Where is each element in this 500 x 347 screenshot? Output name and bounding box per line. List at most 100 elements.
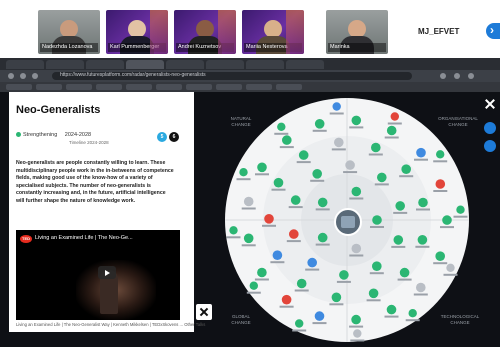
- trend-node[interactable]: [351, 115, 362, 126]
- trend-node[interactable]: [386, 304, 397, 315]
- trend-node[interactable]: [282, 135, 292, 145]
- trend-node[interactable]: [243, 233, 254, 244]
- trend-node[interactable]: [372, 261, 382, 271]
- bookmark[interactable]: [156, 84, 182, 90]
- trend-node-label: [241, 244, 256, 247]
- trend-node[interactable]: [395, 201, 405, 211]
- browser-tab[interactable]: [6, 60, 44, 69]
- trend-node[interactable]: [249, 281, 258, 290]
- trend-node[interactable]: [386, 125, 397, 136]
- trend-node[interactable]: [229, 226, 238, 235]
- trend-node[interactable]: [307, 257, 317, 268]
- trend-node[interactable]: [446, 263, 455, 272]
- close-icon[interactable]: [484, 98, 496, 110]
- trend-node[interactable]: [399, 267, 410, 278]
- trend-node[interactable]: [277, 122, 286, 131]
- trend-node[interactable]: [353, 329, 362, 338]
- bookmark[interactable]: [186, 84, 212, 90]
- trend-node[interactable]: [314, 119, 325, 129]
- trend-node[interactable]: [435, 251, 445, 261]
- expand-participants-button[interactable]: [486, 23, 500, 39]
- browser-tab[interactable]: [166, 60, 204, 69]
- trend-node[interactable]: [272, 250, 283, 260]
- trend-node[interactable]: [351, 314, 361, 325]
- trend-node[interactable]: [239, 168, 248, 177]
- browser-tab-active[interactable]: [126, 60, 164, 69]
- trend-node[interactable]: [312, 169, 322, 179]
- trend-node[interactable]: [435, 179, 446, 189]
- trend-node[interactable]: [317, 197, 328, 208]
- trend-node[interactable]: [257, 162, 267, 173]
- video-player[interactable]: TED Living an Examined Life | The Neo-Ge…: [16, 230, 180, 320]
- bookmark[interactable]: [96, 84, 122, 90]
- trend-node-label: [440, 226, 454, 229]
- trend-node[interactable]: [416, 282, 426, 293]
- close-panel-button[interactable]: [196, 304, 212, 320]
- bookmark[interactable]: [6, 84, 32, 90]
- trend-node[interactable]: [314, 311, 325, 321]
- browser-tab[interactable]: [286, 60, 324, 69]
- trend-node[interactable]: [295, 319, 304, 328]
- trend-node[interactable]: [281, 294, 292, 305]
- participant-tile[interactable]: Nadezhda Lozanova: [38, 10, 100, 54]
- trend-node[interactable]: [331, 292, 342, 303]
- trend-node[interactable]: [296, 278, 307, 289]
- trend-node[interactable]: [408, 309, 417, 318]
- url-input[interactable]: https://www.futuresplatform.com/radar/ge…: [52, 72, 412, 80]
- trend-node[interactable]: [334, 137, 344, 148]
- participant-tile[interactable]: Andrei Kuznetsov: [174, 10, 236, 54]
- bookmark[interactable]: [246, 84, 272, 90]
- bookmark[interactable]: [276, 84, 302, 90]
- trend-node[interactable]: [289, 229, 299, 239]
- trend-node[interactable]: [442, 215, 452, 225]
- trend-node[interactable]: [264, 214, 274, 224]
- trend-node[interactable]: [417, 235, 428, 245]
- trend-node[interactable]: [351, 243, 362, 254]
- edit-icon[interactable]: [484, 122, 496, 134]
- share-icon[interactable]: [484, 140, 496, 152]
- participant-tile[interactable]: Mariia Nesterova: [242, 10, 304, 54]
- reload-icon[interactable]: [32, 73, 38, 79]
- trend-node[interactable]: [377, 172, 387, 183]
- trend-node[interactable]: [257, 267, 267, 278]
- trend-node[interactable]: [456, 205, 465, 214]
- play-icon[interactable]: [98, 266, 116, 279]
- bookmark[interactable]: [216, 84, 242, 90]
- trend-node[interactable]: [401, 164, 411, 174]
- participant-tile[interactable]: Marinka: [326, 10, 388, 54]
- trend-node[interactable]: [298, 150, 309, 160]
- bookmark[interactable]: [36, 84, 62, 90]
- participant-tile[interactable]: Karl Pummenberger: [106, 10, 168, 54]
- trend-node[interactable]: [390, 112, 399, 121]
- extension-icon[interactable]: [440, 73, 446, 79]
- trend-node[interactable]: [351, 186, 362, 197]
- browser-tab[interactable]: [46, 60, 84, 69]
- trend-sub-meta: Timeline 2024-2028: [69, 140, 109, 145]
- trend-node-label: [384, 136, 399, 139]
- trend-node[interactable]: [290, 195, 301, 205]
- trend-node[interactable]: [243, 196, 254, 207]
- vote-badge[interactable]: 5: [157, 132, 167, 142]
- trend-node[interactable]: [418, 197, 428, 208]
- profile-icon[interactable]: [454, 73, 460, 79]
- menu-icon[interactable]: [468, 73, 474, 79]
- trend-node[interactable]: [372, 215, 382, 225]
- trend-node[interactable]: [332, 102, 341, 111]
- browser-tab[interactable]: [206, 60, 244, 69]
- trend-node[interactable]: [436, 150, 445, 159]
- back-icon[interactable]: [8, 73, 14, 79]
- bookmark[interactable]: [126, 84, 152, 90]
- trend-node[interactable]: [339, 270, 349, 280]
- trend-node[interactable]: [393, 235, 404, 245]
- forward-icon[interactable]: [20, 73, 26, 79]
- browser-tab[interactable]: [86, 60, 124, 69]
- trend-node[interactable]: [368, 288, 379, 299]
- trend-node[interactable]: [371, 142, 381, 153]
- trend-node[interactable]: [345, 160, 355, 170]
- trend-node[interactable]: [273, 177, 284, 188]
- comment-badge[interactable]: 6: [169, 132, 179, 142]
- bookmark[interactable]: [66, 84, 92, 90]
- trend-node[interactable]: [416, 147, 426, 158]
- browser-tab[interactable]: [246, 60, 284, 69]
- trend-node[interactable]: [317, 232, 328, 243]
